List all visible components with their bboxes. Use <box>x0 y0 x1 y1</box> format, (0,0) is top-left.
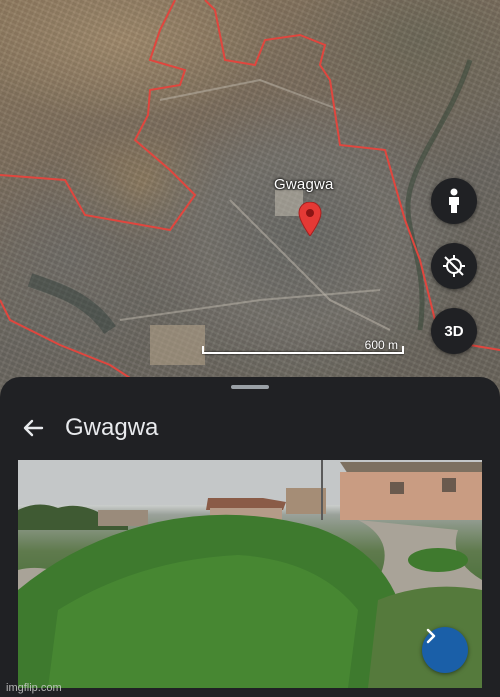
scale-label: 600 m <box>364 338 398 352</box>
chevron-right-icon <box>426 628 436 644</box>
photo-scene <box>18 460 482 688</box>
scale-line <box>202 352 404 354</box>
place-label[interactable]: Gwagwa <box>274 176 334 193</box>
arrow-left-icon <box>23 419 44 437</box>
3d-button[interactable]: 3D <box>431 308 477 354</box>
place-title: Gwagwa <box>65 414 159 441</box>
scale-tick-right <box>402 346 404 354</box>
back-button[interactable] <box>18 413 48 443</box>
place-sheet[interactable]: Gwagwa imgflip.com <box>0 377 500 697</box>
location-pin-icon[interactable] <box>298 202 322 236</box>
location-button[interactable] <box>431 243 477 289</box>
location-disabled-icon <box>443 255 465 277</box>
street-view-button[interactable] <box>431 178 477 224</box>
scale-tick-left <box>202 346 204 354</box>
boundary-line <box>0 0 197 232</box>
watermark: imgflip.com <box>6 682 62 694</box>
scale-bar: 600 m <box>202 338 404 354</box>
person-icon <box>449 188 459 213</box>
satellite-map[interactable]: Gwagwa 3D 600 m <box>0 0 500 400</box>
place-photo[interactable] <box>18 460 482 688</box>
drag-handle[interactable] <box>231 385 269 389</box>
next-photo-button[interactable] <box>422 627 468 673</box>
